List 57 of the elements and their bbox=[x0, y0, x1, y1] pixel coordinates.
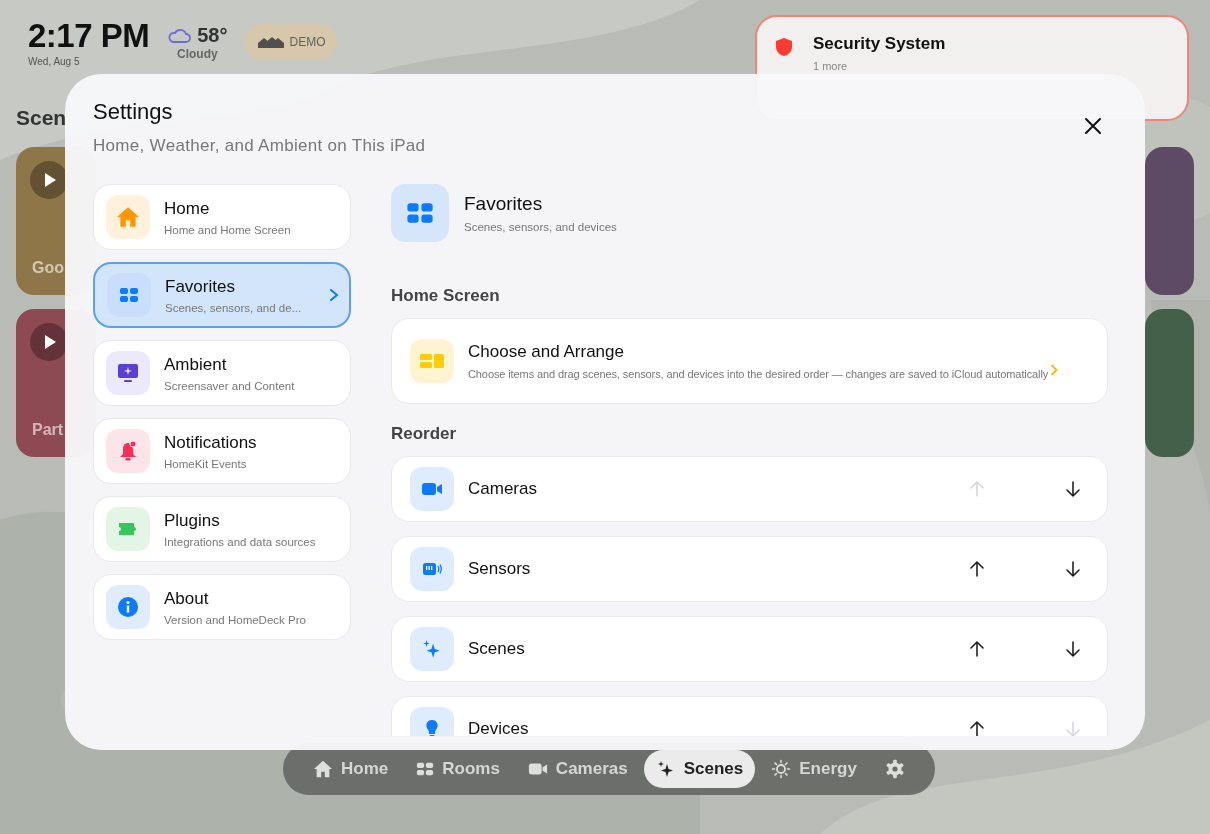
play-icon bbox=[30, 323, 68, 361]
house-icon bbox=[116, 205, 140, 229]
sidebar-item[interactable]: Home Home and Home Screen bbox=[93, 184, 351, 250]
scene-tile[interactable] bbox=[1145, 309, 1194, 457]
sidebar-item[interactable]: About Version and HomeDeck Pro bbox=[93, 574, 351, 640]
sidebar-item[interactable]: Plugins Integrations and data sources bbox=[93, 496, 351, 562]
scene-label: Part bbox=[32, 421, 64, 439]
cloud-icon bbox=[167, 27, 192, 44]
arrow-up-icon bbox=[968, 560, 986, 578]
clock-time: 2:17 PM bbox=[28, 18, 150, 55]
info-icon bbox=[116, 595, 140, 619]
weather-condition: Cloudy bbox=[177, 47, 218, 61]
sidebar-item[interactable]: Favorites Scenes, sensors, and de... bbox=[93, 262, 351, 328]
arrow-up-icon bbox=[968, 720, 986, 736]
section-title: Scen bbox=[16, 106, 67, 130]
panel-subtitle: Home, Weather, and Ambient on This iPad bbox=[93, 136, 426, 156]
temperature: 58° bbox=[197, 24, 228, 47]
chevron-icon bbox=[329, 288, 339, 302]
section-heading: Reorder bbox=[391, 424, 458, 444]
detail-title: Favorites bbox=[464, 193, 544, 215]
notification-subtitle: 1 more bbox=[813, 60, 849, 72]
date-label: Wed, Aug 5 bbox=[28, 56, 81, 68]
arrow-down-icon bbox=[1064, 560, 1082, 578]
scene-label: Goo bbox=[32, 259, 64, 277]
chevron-icon bbox=[1050, 363, 1059, 377]
panel-title: Settings bbox=[93, 99, 174, 125]
tab-bar-item[interactable]: Rooms bbox=[404, 750, 512, 788]
row-label: Cameras bbox=[468, 479, 538, 499]
tab-bar-item[interactable]: Home bbox=[301, 750, 401, 788]
tab-bar-item[interactable]: Scenes bbox=[643, 750, 756, 788]
grid-icon bbox=[119, 285, 139, 305]
row-label: Devices bbox=[468, 719, 530, 736]
monitor-sparkle-icon bbox=[116, 361, 140, 385]
close-icon bbox=[1084, 117, 1102, 135]
arrow-down-icon bbox=[1064, 720, 1082, 736]
arrow-up-icon bbox=[968, 640, 986, 658]
arrow-down-icon bbox=[1064, 480, 1082, 498]
scene-tile[interactable] bbox=[1145, 147, 1194, 295]
choose-arrange-item[interactable]: Choose and Arrange Choose items and drag scenes, sensors, and devices into the desired order — changes are saved to iCloud automatically bbox=[391, 318, 1108, 404]
play-icon bbox=[30, 161, 68, 199]
row-label: Scenes bbox=[468, 639, 526, 659]
settings-icon bbox=[884, 759, 905, 779]
grid-icon bbox=[416, 760, 435, 778]
shield-icon bbox=[775, 37, 793, 57]
arrow-down-icon bbox=[1064, 640, 1082, 658]
house-icon bbox=[313, 759, 333, 779]
notification-title: Security System bbox=[813, 34, 946, 54]
section-heading: Home Screen bbox=[391, 286, 501, 306]
arrow-up-icon bbox=[968, 480, 986, 498]
sun-icon bbox=[771, 759, 792, 779]
sidebar-item[interactable]: Notifications HomeKit Events bbox=[93, 418, 351, 484]
detail-subtitle: Scenes, sensors, and devices bbox=[464, 221, 617, 233]
demo-label: DEMO bbox=[289, 35, 326, 49]
tab-bar-item[interactable]: Cameras bbox=[515, 750, 640, 788]
layout-icon bbox=[419, 351, 445, 371]
sidebar-item[interactable]: Ambient Screensaver and Content bbox=[93, 340, 351, 406]
row-label: Sensors bbox=[468, 559, 532, 579]
